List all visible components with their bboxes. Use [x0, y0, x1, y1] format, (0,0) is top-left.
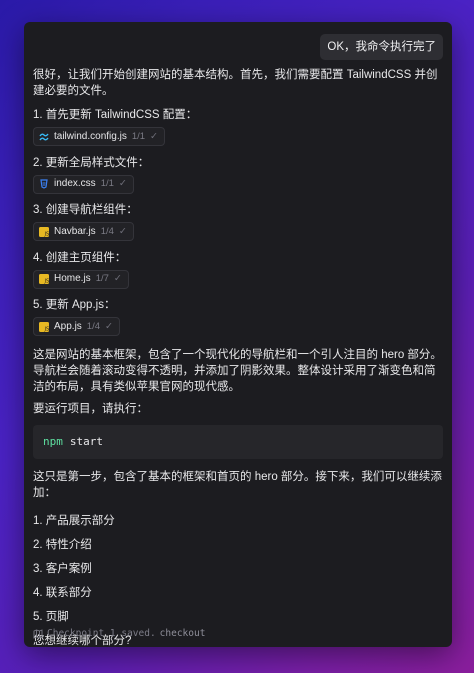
- list-item: 1. 产品展示部分: [33, 514, 115, 527]
- check-icon: ✓: [118, 225, 127, 237]
- file-chip-index-css[interactable]: index.css 1/1 ✓: [33, 174, 134, 194]
- file-meta: 1/4: [86, 320, 101, 332]
- list-item: 5. 页脚: [33, 610, 69, 623]
- file-meta: 1/1: [131, 130, 146, 142]
- css-icon: [40, 179, 48, 189]
- code-argument: start: [69, 434, 103, 448]
- tailwind-icon: [39, 133, 49, 140]
- run-label: 要运行项目，请执行：: [33, 402, 148, 415]
- svg-text:JS: JS: [44, 279, 50, 284]
- js-icon: JS: [39, 274, 49, 284]
- step-title: 1. 首先更新 TailwindCSS 配置：: [33, 109, 198, 121]
- checkout-link[interactable]: checkout: [160, 626, 206, 642]
- file-meta: 1/4: [100, 225, 114, 237]
- list-item: 2. 特性介绍: [33, 538, 92, 551]
- check-icon: ✓: [113, 273, 122, 284]
- check-icon: ✓: [150, 130, 158, 142]
- check-icon: ✓: [105, 320, 113, 332]
- step-title: 2. 更新全局样式文件：: [33, 156, 150, 169]
- js-icon: JS: [39, 321, 50, 332]
- file-chip-home-js[interactable]: JS Home.js 1/7 ✓: [33, 269, 129, 289]
- file-meta: 1/7: [95, 273, 109, 284]
- checkpoint-bar: Checkpoint 1 saved. checkout: [33, 626, 205, 642]
- file-meta: 1/1: [100, 178, 114, 189]
- next-steps-text: 这只是第一步，包含了基本的框架和首页的 hero 部分。接下来，我们可以继续添加…: [33, 470, 442, 499]
- code-block[interactable]: npm start: [33, 424, 443, 459]
- map-icon: [33, 629, 43, 639]
- file-name: App.js: [54, 320, 82, 332]
- step-title: 4. 创建主页组件：: [33, 251, 127, 264]
- check-icon: ✓: [118, 178, 127, 189]
- file-chip-tailwind-config[interactable]: tailwind.config.js 1/1 ✓: [33, 127, 165, 146]
- file-name: Home.js: [54, 273, 91, 284]
- assistant-message: 很好，让我们开始创建网站的基本结构。首先，我们需要配置 TailwindCSS …: [33, 67, 443, 647]
- file-name: Navbar.js: [54, 225, 96, 237]
- file-chip-navbar-js[interactable]: JS Navbar.js 1/4 ✓: [33, 222, 134, 241]
- file-name: index.css: [54, 178, 96, 189]
- checkpoint-text: Checkpoint 1 saved.: [47, 628, 156, 639]
- code-command: npm: [43, 434, 63, 448]
- file-chip-app-js[interactable]: JS App.js 1/4 ✓: [33, 317, 120, 336]
- step-title: 5. 更新 App.js：: [33, 299, 116, 311]
- svg-text:JS: JS: [44, 326, 50, 331]
- file-name: tailwind.config.js: [54, 130, 127, 142]
- intro-text: 很好，让我们开始创建网站的基本结构。首先，我们需要配置 TailwindCSS …: [33, 69, 438, 97]
- step-title: 3. 创建导航栏组件：: [33, 204, 138, 216]
- description-text: 这是网站的基本框架，包含了一个现代化的导航栏和一个引人注目的 hero 部分。导…: [33, 348, 442, 393]
- list-item: 4. 联系部分: [33, 586, 92, 599]
- list-item: 3. 客户案例: [33, 562, 92, 575]
- chat-panel: OK，我命令执行完了 很好，让我们开始创建网站的基本结构。首先，我们需要配置 T…: [24, 22, 452, 647]
- user-message: OK，我命令执行完了: [320, 34, 443, 60]
- svg-text:JS: JS: [44, 231, 50, 236]
- js-icon: JS: [39, 226, 50, 237]
